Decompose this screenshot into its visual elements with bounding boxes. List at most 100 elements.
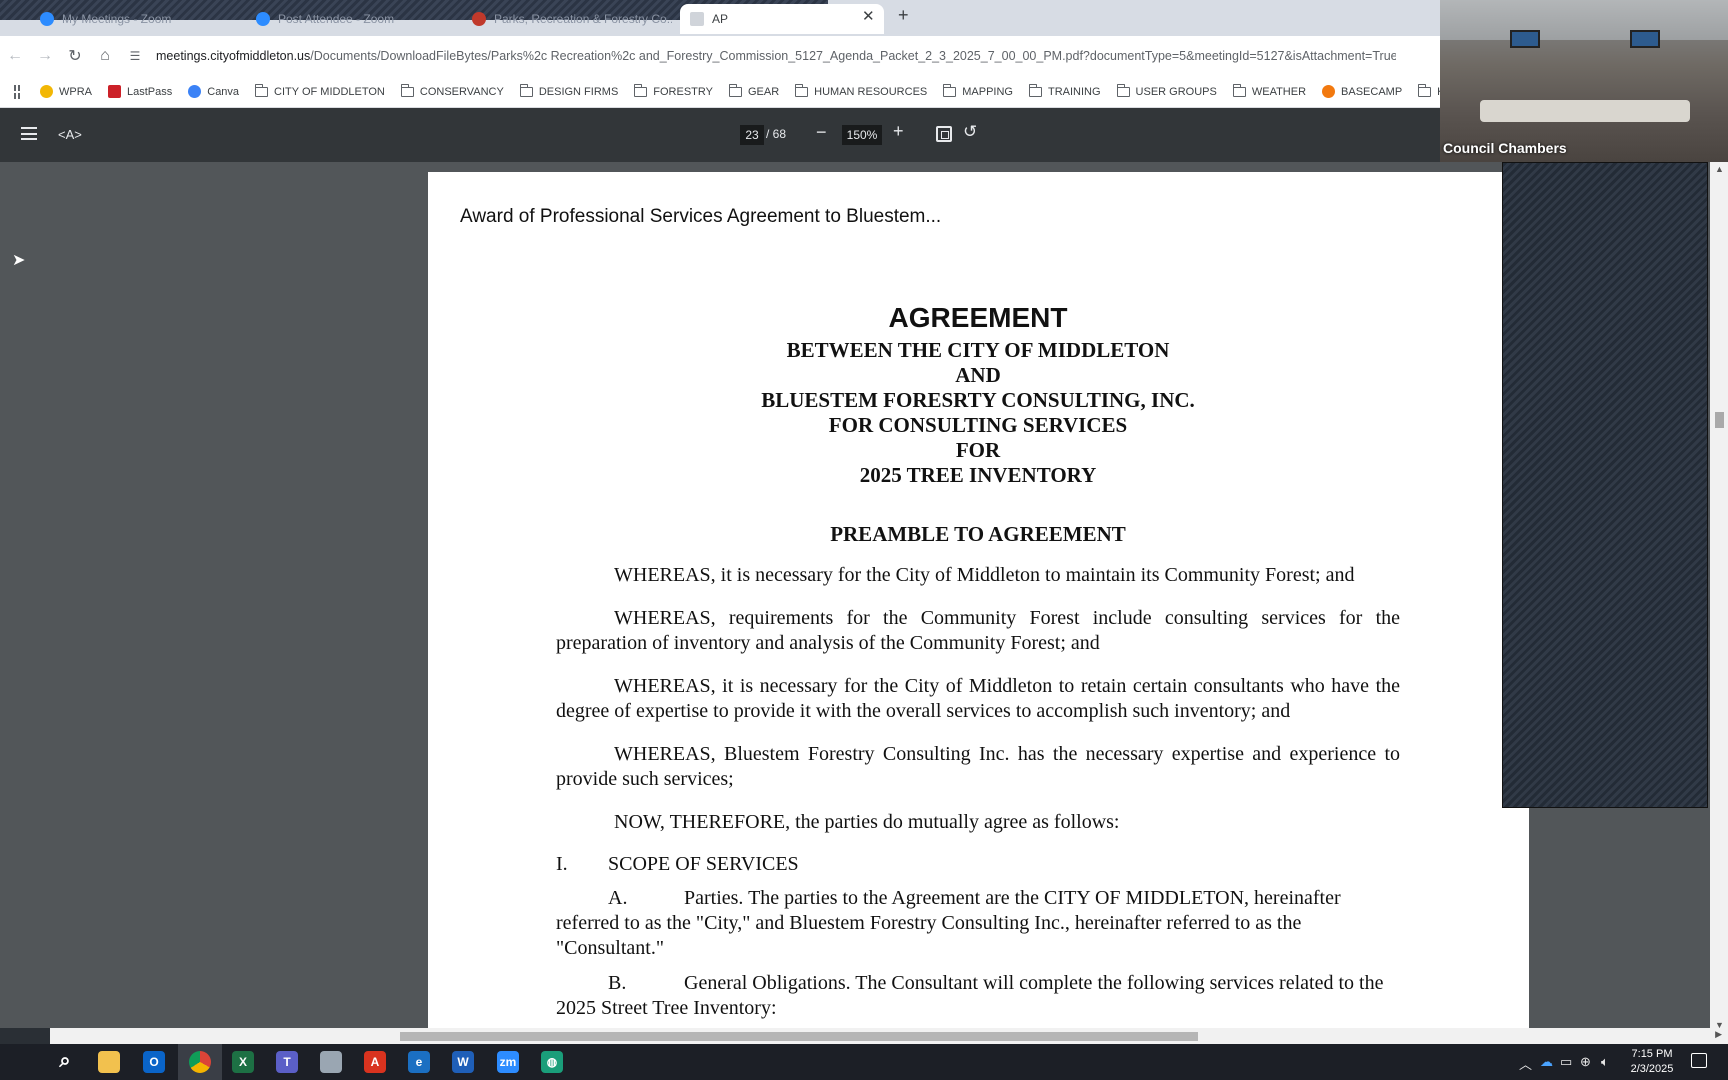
zoom-in-button[interactable]: + bbox=[893, 121, 904, 142]
folder-icon bbox=[1232, 83, 1246, 97]
browser-toolbar: ← → ↻ ⌂ ☰ meetings.cityofmiddleton.us/Do… bbox=[0, 36, 1440, 76]
bookmark-item[interactable]: TRAINING bbox=[1028, 83, 1101, 98]
back-arrow-icon[interactable]: ← bbox=[0, 47, 30, 65]
video-wall-screen bbox=[1630, 30, 1660, 48]
page-header: Award of Professional Services Agreement… bbox=[460, 206, 942, 227]
address-bar[interactable]: meetings.cityofmiddleton.us/Documents/Do… bbox=[156, 49, 1396, 63]
windows-taskbar: ︿ ☁ ▭ ⊕ 🔈︎ 7:15 PM 2/3/2025 ⌕ O X T Ae Wzm ◍ bbox=[0, 1044, 1728, 1080]
pdf-favicon-icon bbox=[690, 12, 704, 26]
onedrive-icon[interactable]: ☁ bbox=[1540, 1054, 1553, 1070]
pdf-viewer[interactable]: ➤ Award of Professional Services Agreeme… bbox=[0, 162, 1728, 1032]
fit-to-page-icon[interactable] bbox=[936, 126, 952, 142]
chrome-icon[interactable] bbox=[189, 1051, 211, 1073]
menu-icon[interactable] bbox=[21, 127, 37, 140]
bookmark-item[interactable]: LastPass bbox=[108, 85, 172, 98]
bookmark-item[interactable]: HUMAN RESOURCES bbox=[795, 83, 927, 98]
close-tab-icon[interactable]: ✕ bbox=[862, 7, 875, 25]
horizontal-scroll-thumb[interactable] bbox=[400, 1032, 1198, 1041]
subsections: A. Parties. The parties to the Agreement … bbox=[556, 886, 1400, 1021]
clock-time: 7:15 PM bbox=[1631, 1048, 1673, 1060]
teams-icon[interactable]: T bbox=[276, 1051, 298, 1073]
word-icon[interactable]: W bbox=[452, 1051, 474, 1073]
notifications-icon[interactable] bbox=[1691, 1053, 1707, 1068]
paragraph-text: WHEREAS, it is necessary for the City of… bbox=[556, 675, 1400, 722]
home-icon[interactable]: ⌂ bbox=[90, 47, 120, 65]
edge-icon[interactable]: e bbox=[408, 1051, 430, 1073]
bookmark-label: WEATHER bbox=[1251, 85, 1307, 98]
vertical-scrollbar[interactable]: ▲ ▼ bbox=[1710, 162, 1728, 1032]
folder-icon bbox=[255, 83, 269, 97]
tab-post-attendee[interactable]: Post Attendee - Zoom bbox=[246, 4, 446, 34]
tab-label: Parks, Recreation & Forestry Co... bbox=[494, 12, 672, 26]
bookmark-item[interactable]: CITY OF MIDDLETON bbox=[255, 83, 385, 98]
paragraph-text: NOW, THEREFORE, the parties do mutually … bbox=[614, 811, 1120, 833]
url-path: /Documents/DownloadFileBytes/Parks%2c Re… bbox=[310, 49, 1396, 63]
section-heading: I. SCOPE OF SERVICES bbox=[556, 853, 1400, 876]
bookmark-item[interactable]: DESIGN FIRMS bbox=[519, 83, 619, 98]
scroll-right-icon[interactable]: ▶ bbox=[1715, 1029, 1722, 1040]
reload-icon[interactable]: ↻ bbox=[60, 46, 90, 66]
outlook-icon[interactable]: O bbox=[143, 1051, 165, 1073]
apps-grid-icon[interactable] bbox=[14, 84, 20, 99]
zoom-icon[interactable]: zm bbox=[497, 1051, 519, 1073]
subsection-text: General Obligations. The Consultant will… bbox=[556, 972, 1384, 1019]
council-chambers-video[interactable]: Council Chambers bbox=[1440, 0, 1728, 162]
zoom-out-button[interactable]: − bbox=[816, 122, 827, 143]
network-icon[interactable]: ⊕ bbox=[1580, 1054, 1591, 1070]
paragraph-text: WHEREAS, it is necessary for the City of… bbox=[614, 564, 1355, 586]
folder-icon bbox=[943, 83, 957, 97]
tab-strip: My Meetings - Zoom Post Attendee - Zoom … bbox=[0, 0, 1440, 36]
search-icon[interactable]: ⌕ bbox=[54, 1051, 76, 1073]
globe-app-icon[interactable]: ◍ bbox=[541, 1051, 563, 1073]
bookmark-item[interactable]: GEAR bbox=[728, 83, 780, 98]
preamble-paragraphs: WHEREAS, it is necessary for the City of… bbox=[556, 563, 1400, 835]
tab-parks-recreation[interactable]: Parks, Recreation & Forestry Co... bbox=[462, 4, 672, 34]
battery-icon[interactable]: ▭ bbox=[1560, 1054, 1572, 1070]
system-clock[interactable]: 7:15 PM 2/3/2025 bbox=[1624, 1047, 1680, 1077]
mouse-cursor-icon: ➤ bbox=[12, 252, 26, 269]
bookmark-item[interactable]: WEATHER bbox=[1232, 83, 1307, 98]
bookmark-item[interactable]: BASECAMP bbox=[1322, 85, 1402, 98]
zoom-favicon-icon bbox=[256, 12, 270, 26]
page-number-input[interactable]: 23 bbox=[740, 125, 764, 145]
excel-icon[interactable]: X bbox=[232, 1051, 254, 1073]
agreement-title: AGREEMENT bbox=[888, 302, 1068, 333]
bookmark-item[interactable]: WPRA bbox=[40, 85, 92, 98]
bookmark-label: LastPass bbox=[127, 85, 173, 98]
bookmark-item[interactable]: CONSERVANCY bbox=[400, 83, 504, 98]
bookmark-label: DESIGN FIRMS bbox=[538, 85, 619, 98]
bookmark-item[interactable]: Canva bbox=[188, 85, 239, 98]
rotate-icon[interactable]: ↺ bbox=[963, 122, 977, 142]
bookmark-favicon-icon bbox=[1322, 85, 1336, 98]
zoom-favicon-icon bbox=[40, 12, 54, 26]
volume-icon[interactable]: 🔈︎ bbox=[1601, 1054, 1609, 1070]
horizontal-scrollbar[interactable]: ▶ bbox=[0, 1028, 1728, 1044]
tab-active-pdf[interactable]: AP bbox=[680, 4, 884, 34]
whereas-paragraph: WHEREAS, requirements for the Community … bbox=[556, 606, 1400, 656]
tray-chevron-icon[interactable]: ︿ bbox=[1519, 1054, 1532, 1073]
bookmark-item[interactable]: USER GROUPS bbox=[1116, 83, 1217, 98]
title-line: FOR CONSULTING SERVICES bbox=[828, 413, 1128, 437]
url-host: meetings.cityofmiddleton.us bbox=[156, 49, 311, 63]
new-tab-button[interactable]: + bbox=[898, 5, 909, 26]
bookmark-label: GEAR bbox=[747, 85, 780, 98]
scrollbar-corner bbox=[0, 1028, 50, 1044]
agreement-body: AGREEMENT BETWEEN THE CITY OF MIDDLETON A… bbox=[556, 302, 1400, 1031]
subsection: A. Parties. The parties to the Agreement … bbox=[556, 886, 1400, 961]
site-info-icon[interactable]: ☰ bbox=[120, 49, 150, 63]
zoom-level-input[interactable]: 150% bbox=[842, 125, 882, 145]
bookmark-favicon-icon bbox=[188, 85, 202, 98]
file-explorer-icon[interactable] bbox=[98, 1051, 120, 1073]
scroll-thumb[interactable] bbox=[1715, 412, 1724, 428]
city-favicon-icon bbox=[472, 12, 486, 26]
agreement-subtitle: BETWEEN THE CITY OF MIDDLETON AND BLUESTEM… bbox=[556, 338, 1400, 488]
tab-my-meetings[interactable]: My Meetings - Zoom bbox=[30, 4, 230, 34]
forward-arrow-icon[interactable]: → bbox=[30, 47, 60, 65]
folder-icon bbox=[1028, 83, 1042, 97]
acrobat-icon[interactable]: A bbox=[364, 1051, 386, 1073]
bookmark-item[interactable]: FORESTRY bbox=[634, 83, 713, 98]
folder-icon bbox=[1418, 83, 1432, 97]
scroll-up-icon[interactable]: ▲ bbox=[1715, 164, 1724, 174]
notepad-icon[interactable] bbox=[320, 1051, 342, 1073]
bookmark-item[interactable]: MAPPING bbox=[943, 83, 1013, 98]
